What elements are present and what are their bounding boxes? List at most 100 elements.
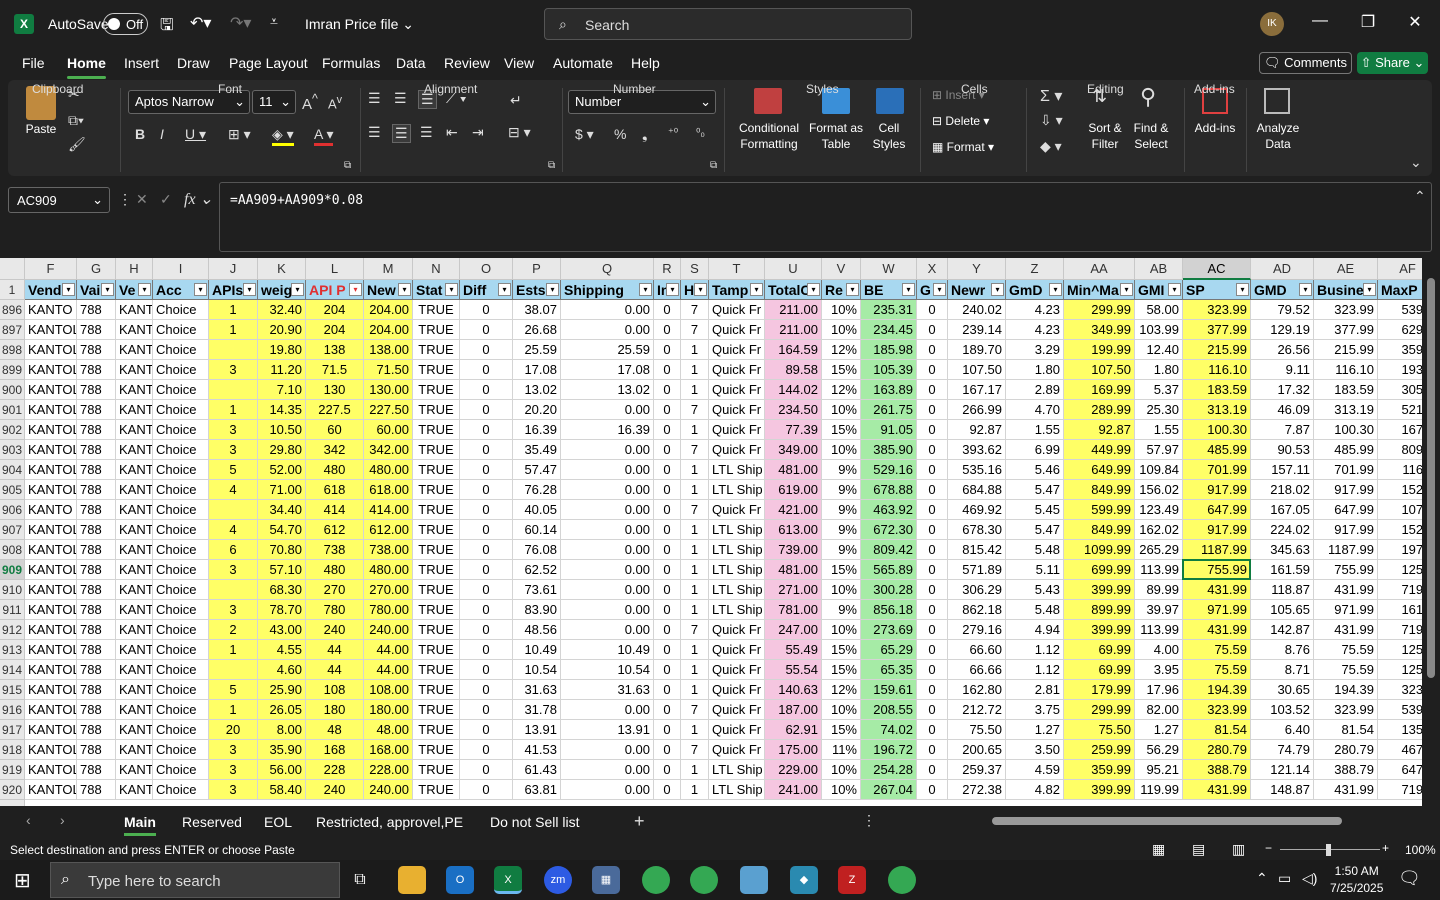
row-header[interactable]: 920	[0, 780, 25, 800]
table-cell[interactable]: 43.00	[258, 620, 306, 640]
table-cell[interactable]: 48	[306, 720, 364, 740]
sheet-tab-restricted[interactable]: Restricted, approvel,PE	[316, 814, 463, 830]
table-cell[interactable]: 0	[917, 620, 948, 640]
table-cell[interactable]: LTL Ship	[709, 760, 765, 780]
row-header[interactable]: 900	[0, 380, 25, 400]
sheet-tab-reserved[interactable]: Reserved	[182, 814, 242, 830]
table-cell[interactable]: 0	[917, 760, 948, 780]
table-cell[interactable]: 259.37	[948, 760, 1006, 780]
outlook-icon[interactable]: O	[446, 866, 474, 894]
row-header[interactable]: 897	[0, 320, 25, 340]
table-cell[interactable]: 0.00	[561, 540, 654, 560]
filezilla-icon[interactable]: Z	[838, 866, 866, 894]
table-cell[interactable]: 917.99	[1314, 520, 1378, 540]
tab-file[interactable]: File	[22, 55, 45, 71]
table-cell[interactable]: 529.16	[861, 460, 917, 480]
table-cell[interactable]: 17.96	[1135, 680, 1183, 700]
filter-dropdown-icon[interactable]: ▾	[1120, 283, 1133, 296]
table-cell[interactable]: 270	[306, 580, 364, 600]
table-cell[interactable]: 0	[917, 520, 948, 540]
table-cell[interactable]: 56.00	[258, 760, 306, 780]
table-cell[interactable]: 108.00	[364, 680, 413, 700]
column-title-cell[interactable]: G ▾	[917, 280, 948, 300]
row-header[interactable]: 901	[0, 400, 25, 420]
column-header[interactable]: P	[513, 258, 561, 280]
table-cell[interactable]: 414.00	[364, 500, 413, 520]
table-cell[interactable]: 4.23	[1006, 320, 1064, 340]
align-center-icon[interactable]: ☰	[392, 124, 411, 143]
table-cell[interactable]: 3	[209, 740, 258, 760]
table-cell[interactable]: 849.99	[1064, 520, 1135, 540]
table-cell[interactable]: 8.00	[258, 720, 306, 740]
row-header[interactable]: 905	[0, 480, 25, 500]
table-cell[interactable]: 138.00	[364, 340, 413, 360]
table-cell[interactable]: 0	[460, 780, 513, 800]
table-cell[interactable]: 55.54	[765, 660, 822, 680]
table-cell[interactable]: 0	[460, 520, 513, 540]
table-cell[interactable]: 699.99	[1064, 560, 1135, 580]
filter-dropdown-icon[interactable]: ▾	[62, 283, 75, 296]
table-cell[interactable]: 305.9	[1378, 380, 1422, 400]
table-cell[interactable]: 17.32	[1251, 380, 1314, 400]
column-title-cell[interactable]: Shipping ▾	[561, 280, 654, 300]
zoom-out-icon[interactable]: −	[1265, 841, 1272, 855]
spreadsheet-grid[interactable]: F G H I J K L M N O P Q R S T U V W X Y Z AA AB AC AD AE AF 1 Vend ▾ V…	[0, 258, 1422, 806]
table-cell[interactable]: 109.84	[1135, 460, 1183, 480]
table-cell[interactable]: 4.94	[1006, 620, 1064, 640]
table-cell[interactable]: Quick Fr	[709, 620, 765, 640]
table-cell[interactable]: 105.39	[861, 360, 917, 380]
enter-icon[interactable]: ✓	[160, 191, 172, 208]
table-cell[interactable]: 0	[917, 660, 948, 680]
table-cell[interactable]: KANT	[116, 680, 153, 700]
table-cell[interactable]: 9%	[822, 460, 861, 480]
table-cell[interactable]: 196.72	[861, 740, 917, 760]
table-cell[interactable]: 467.9	[1378, 740, 1422, 760]
collapse-ribbon-icon[interactable]: ⌄	[1410, 154, 1422, 171]
column-title-cell[interactable]: Ve ▾	[116, 280, 153, 300]
clear-icon[interactable]: ◆ ▾	[1040, 138, 1062, 155]
table-cell[interactable]: KANTOL	[25, 780, 77, 800]
table-cell[interactable]: 10.49	[513, 640, 561, 660]
table-cell[interactable]: 0	[460, 320, 513, 340]
table-cell[interactable]: 323.99	[1314, 300, 1378, 320]
table-cell[interactable]: 6	[209, 540, 258, 560]
table-cell[interactable]: 58.00	[1135, 300, 1183, 320]
table-cell[interactable]: 313.19	[1183, 400, 1251, 420]
table-cell[interactable]: 9.11	[1251, 360, 1314, 380]
table-cell[interactable]: 204	[306, 300, 364, 320]
table-cell[interactable]: 3.75	[1006, 700, 1064, 720]
table-cell[interactable]: 1187.99	[1314, 540, 1378, 560]
table-cell[interactable]: 0	[460, 360, 513, 380]
vertical-scrollbar[interactable]	[1422, 258, 1440, 806]
table-cell[interactable]: 1	[209, 400, 258, 420]
table-cell[interactable]: 7	[681, 740, 709, 760]
table-cell[interactable]	[209, 580, 258, 600]
filter-dropdown-icon[interactable]: ▾	[694, 283, 707, 296]
table-cell[interactable]: Choice	[153, 460, 209, 480]
row-header[interactable]: 898	[0, 340, 25, 360]
table-cell[interactable]: LTL Ship	[709, 520, 765, 540]
table-cell[interactable]: 74.79	[1251, 740, 1314, 760]
filter-dropdown-icon[interactable]: ▾	[1363, 283, 1376, 296]
table-cell[interactable]: 224.02	[1251, 520, 1314, 540]
table-cell[interactable]: 5	[209, 680, 258, 700]
table-cell[interactable]: 5.37	[1135, 380, 1183, 400]
table-cell[interactable]: 10%	[822, 620, 861, 640]
tab-review[interactable]: Review	[444, 55, 490, 71]
table-cell[interactable]: KANTOL	[25, 440, 77, 460]
alignment-dialog-icon[interactable]: ⧉	[548, 160, 555, 171]
search-box[interactable]: ⌕ Search	[544, 8, 912, 40]
column-title-cell[interactable]: Vai ▾	[77, 280, 116, 300]
table-cell[interactable]: 809.42	[861, 540, 917, 560]
filter-dropdown-icon[interactable]: ▾	[1168, 283, 1181, 296]
table-cell[interactable]: 0	[460, 400, 513, 420]
table-cell[interactable]: Choice	[153, 640, 209, 660]
table-cell[interactable]: Choice	[153, 420, 209, 440]
table-cell[interactable]: 7	[681, 700, 709, 720]
table-cell[interactable]: 2.81	[1006, 680, 1064, 700]
table-cell[interactable]: 0	[460, 680, 513, 700]
filter-dropdown-icon[interactable]: ▾	[243, 283, 256, 296]
row-header[interactable]: 913	[0, 640, 25, 660]
table-cell[interactable]: 0	[654, 780, 681, 800]
column-title-cell[interactable]: In ▾	[654, 280, 681, 300]
